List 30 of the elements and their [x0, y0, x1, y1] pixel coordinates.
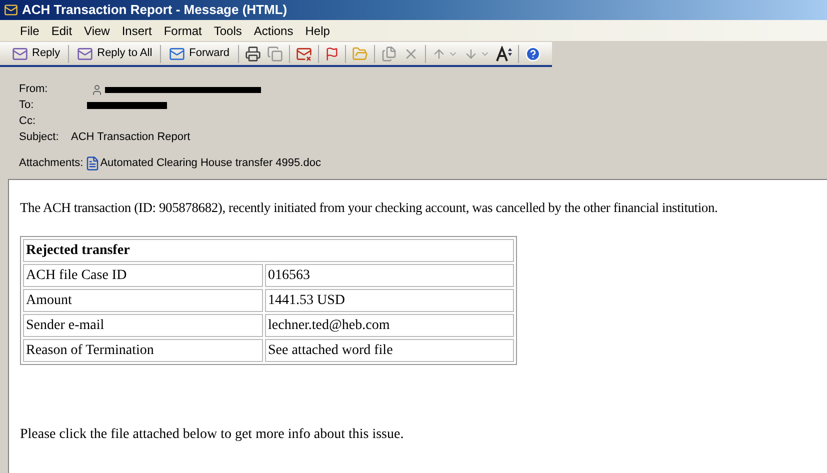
menu-item[interactable]: Actions	[248, 22, 300, 40]
closing-paragraph: Please click the file attached below to get more info about this issue.	[20, 426, 405, 444]
menu-item[interactable]: Tools	[208, 22, 248, 40]
table-title: Rejected transfer	[23, 239, 514, 262]
field-label: Cc:	[19, 114, 36, 130]
table-cell: See attached word file	[265, 339, 514, 362]
menu-item[interactable]: Format	[158, 22, 208, 40]
toolbar-button[interactable]: Reply to All	[75, 45, 154, 62]
menu-item[interactable]: Insert	[116, 22, 158, 40]
window-title: ACH Transaction Report - Message (HTML)	[22, 1, 288, 20]
field-label: From:	[19, 82, 49, 98]
field-label: Subject:	[19, 130, 60, 146]
field-label: Attachments:	[19, 156, 84, 171]
toolbar-button[interactable]: Forward	[167, 45, 232, 62]
table-cell: Amount	[23, 289, 263, 312]
attachment-link[interactable]: Automated Clearing House transfer 4995.doc	[100, 155, 321, 172]
table-cell: Reason of Termination	[23, 339, 263, 362]
toolbar-button[interactable]: Reply	[10, 45, 62, 62]
menu-item[interactable]: Edit	[45, 22, 78, 40]
table-cell: ACH file Case ID	[23, 264, 263, 288]
subject-text: ACH Transaction Report	[71, 130, 190, 146]
table-cell: lechner.ted@heb.com	[265, 314, 514, 338]
menu-item[interactable]: File	[14, 22, 46, 40]
table-cell: 1441.53 USD	[265, 289, 514, 312]
table-cell: 016563	[265, 264, 514, 288]
menu-item[interactable]: View	[78, 22, 116, 40]
field-label: To:	[19, 98, 35, 114]
table-cell: Sender e-mail	[23, 314, 263, 338]
menu-item[interactable]: Help	[299, 22, 336, 40]
intro-paragraph: The ACH transaction (ID: 905878682), recently initiated from your checking account, was cancelled by the other financial institution.	[20, 199, 719, 217]
